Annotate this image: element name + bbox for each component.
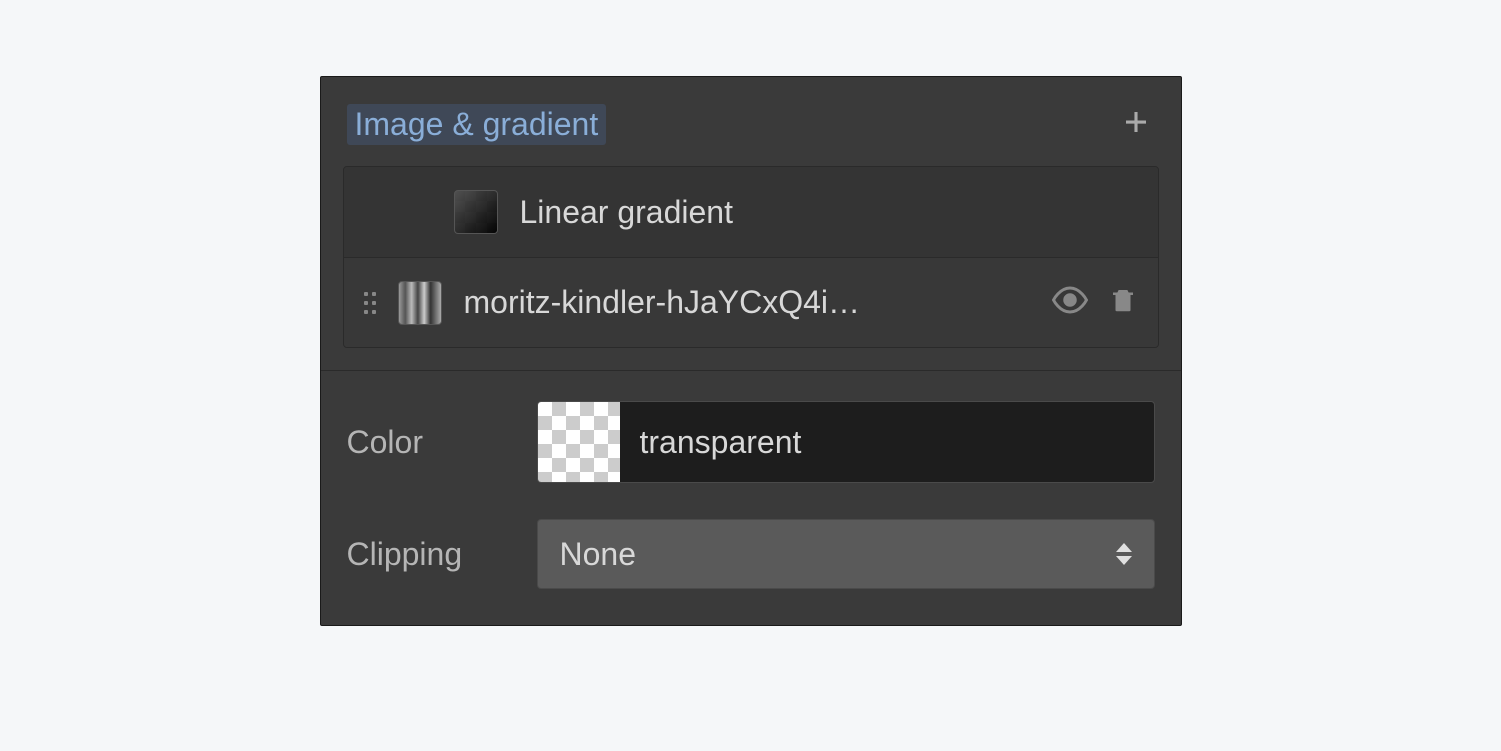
color-row: Color transparent (347, 401, 1155, 483)
layer-list: Linear gradient moritz-kindler-hJaYCxQ4i… (343, 166, 1159, 348)
color-label: Color (347, 424, 537, 461)
controls-section: Color transparent Clipping None (321, 371, 1181, 625)
layer-item-gradient[interactable]: Linear gradient (344, 167, 1158, 257)
clipping-label: Clipping (347, 536, 537, 573)
layer-label: moritz-kindler-hJaYCxQ4i… (464, 284, 1030, 321)
color-value: transparent (620, 424, 802, 461)
visibility-toggle[interactable] (1052, 282, 1088, 323)
section-title[interactable]: Image & gradient (347, 104, 607, 145)
select-arrows-icon (1116, 543, 1132, 565)
color-input[interactable]: transparent (537, 401, 1155, 483)
layer-label: Linear gradient (520, 194, 1032, 231)
clipping-value: None (560, 536, 637, 573)
trash-icon (1108, 283, 1138, 317)
clipping-row: Clipping None (347, 519, 1155, 589)
layer-actions (1052, 282, 1138, 323)
color-swatch[interactable] (538, 402, 620, 482)
layer-thumbnail (454, 190, 498, 234)
layer-thumbnail (398, 281, 442, 325)
section-header: Image & gradient (321, 77, 1181, 162)
add-layer-button[interactable] (1117, 103, 1155, 146)
layer-item-image[interactable]: moritz-kindler-hJaYCxQ4i… (344, 257, 1158, 347)
delete-layer-button[interactable] (1108, 283, 1138, 322)
plus-icon (1121, 107, 1151, 137)
clipping-select[interactable]: None (537, 519, 1155, 589)
backgrounds-panel: Image & gradient Linear gradient (320, 76, 1182, 626)
drag-handle-icon[interactable] (364, 292, 376, 314)
eye-icon (1052, 282, 1088, 318)
